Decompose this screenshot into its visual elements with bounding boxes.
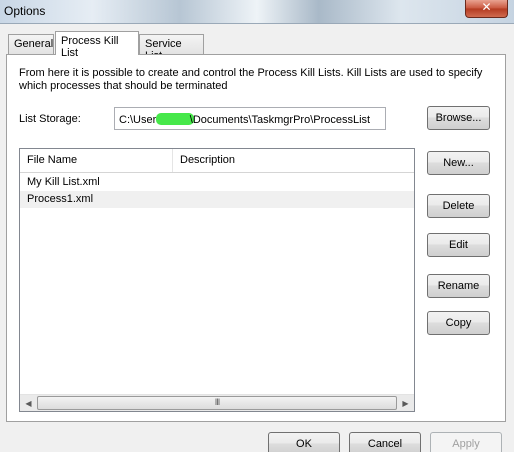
storage-path-suffix: \Documents\TaskmgrPro\ProcessList	[189, 114, 371, 126]
scroll-left-icon[interactable]: ◀	[20, 395, 37, 412]
title-bar: Options ✕	[0, 0, 514, 24]
copy-button[interactable]: Copy	[427, 311, 490, 335]
dialog-body: General Process Kill List Service List F…	[0, 24, 514, 452]
kill-list-table[interactable]: File Name Description My Kill List.xml P…	[19, 148, 415, 412]
rename-button[interactable]: Rename	[427, 274, 490, 298]
column-header-description[interactable]: Description	[173, 149, 414, 172]
redacted-username	[155, 113, 194, 125]
tab-process-kill-list[interactable]: Process Kill List	[55, 31, 139, 59]
apply-button[interactable]: Apply	[430, 432, 502, 452]
edit-button[interactable]: Edit	[427, 233, 490, 257]
tab-service-list[interactable]: Service List	[139, 34, 204, 62]
row-file-name: My Kill List.xml	[27, 176, 100, 188]
table-header: File Name Description	[20, 149, 414, 173]
browse-button[interactable]: Browse...	[427, 106, 490, 130]
close-icon: ✕	[481, 0, 492, 14]
horizontal-scrollbar[interactable]: ◀ III ▶	[20, 394, 414, 411]
list-storage-field[interactable]: C:\Users \Documents\TaskmgrPro\ProcessLis…	[114, 107, 386, 130]
scroll-thumb[interactable]: III	[37, 396, 397, 410]
column-header-file-name[interactable]: File Name	[20, 149, 173, 172]
panel-description: From here it is possible to create and c…	[19, 67, 483, 92]
tab-panel: From here it is possible to create and c…	[6, 54, 506, 422]
list-storage-label: List Storage:	[19, 113, 81, 125]
delete-button[interactable]: Delete	[427, 194, 490, 218]
row-file-name: Process1.xml	[27, 193, 94, 205]
close-button[interactable]: ✕	[465, 0, 508, 18]
ok-button[interactable]: OK	[268, 432, 340, 452]
grip-icon: III	[214, 397, 220, 407]
table-row[interactable]: Process1.xml	[20, 191, 414, 208]
new-button[interactable]: New...	[427, 151, 490, 175]
tab-general[interactable]: General	[8, 34, 54, 54]
window-title: Options	[4, 4, 46, 18]
tab-general-label: General	[14, 38, 54, 50]
cancel-button[interactable]: Cancel	[349, 432, 421, 452]
table-row[interactable]: My Kill List.xml	[20, 174, 414, 191]
scroll-right-icon[interactable]: ▶	[397, 395, 414, 412]
